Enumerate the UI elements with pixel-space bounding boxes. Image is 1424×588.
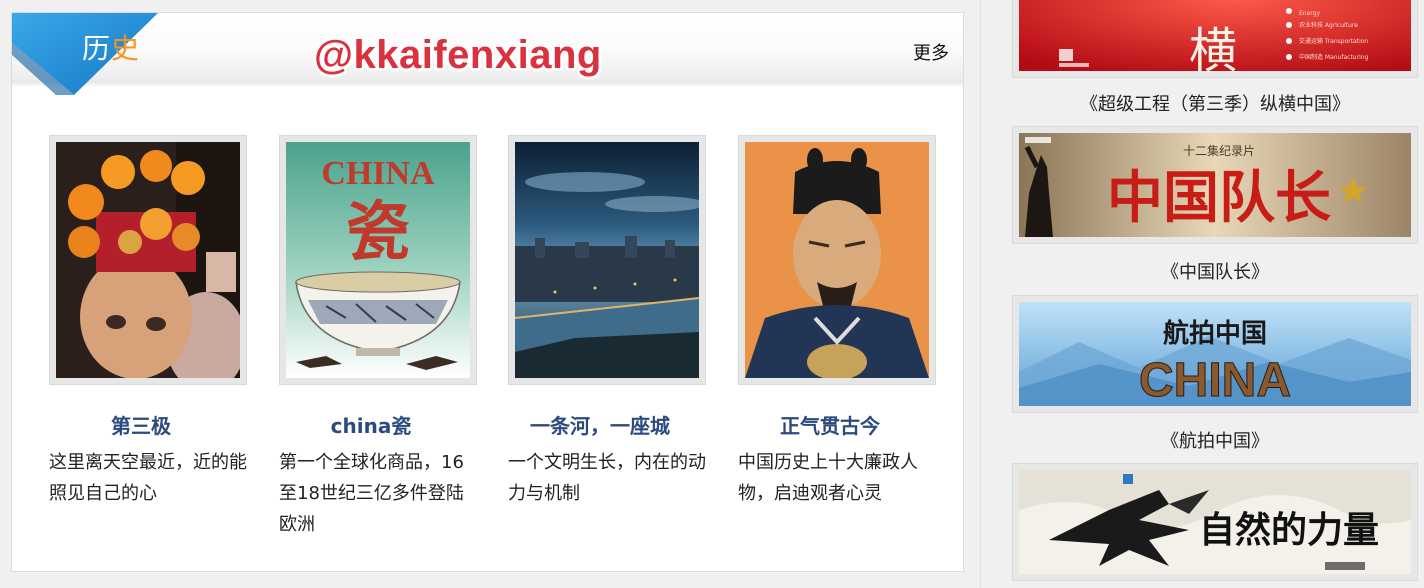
watermark-text: @kkaifenxiang	[314, 33, 602, 77]
banner-label: 农业科技 Agriculture	[1299, 21, 1358, 29]
banner-caption[interactable]: 《航拍中国》	[1012, 427, 1418, 453]
banner-label: Energy	[1299, 10, 1320, 17]
banner-caption[interactable]: 《超级工程（第三季）纵横中国》	[1012, 90, 1418, 116]
more-link[interactable]: 更多	[913, 39, 949, 65]
section-title: 历史	[82, 27, 140, 67]
river-city-image	[515, 142, 699, 378]
program-thumbnail[interactable]	[738, 135, 936, 385]
program-title[interactable]: china瓷	[279, 410, 463, 439]
banner-label: 交通运输 Transportation	[1299, 37, 1368, 45]
poster-ci-char: 瓷	[346, 195, 410, 270]
super-engineering-banner-image: 横 Energy 农业科技 Agriculture 交通运输 Transport…	[1019, 0, 1411, 71]
program-card: 正气贯古今 中国历史上十大廉政人物，启迪观者心灵	[738, 135, 936, 509]
program-card: CHINA 瓷 china瓷 第一个全球化商品，16至18世纪三亿多件登陆欧洲	[279, 135, 477, 540]
banner-caption[interactable]: 《中国队长》	[1012, 258, 1418, 284]
banner-en-title: CHINA	[1139, 354, 1291, 406]
power-of-nature-banner-image: 自然的力量	[1019, 470, 1411, 574]
ancient-portrait-image	[745, 142, 929, 378]
program-description: 第一个全球化商品，16至18世纪三亿多件登陆欧洲	[279, 452, 464, 535]
sidebar-banner[interactable]: 横 Energy 农业科技 Agriculture 交通运输 Transport…	[1012, 0, 1418, 78]
program-thumbnail[interactable]: CHINA 瓷	[279, 135, 477, 385]
program-description: 一个文明生长，内在的动力与机制	[508, 452, 706, 504]
sidebar: 横 Energy 农业科技 Agriculture 交通运输 Transport…	[980, 0, 1424, 588]
china-captain-banner-image: 十二集纪录片 中国队长	[1019, 133, 1411, 237]
banner-subtitle: 十二集纪录片	[1183, 143, 1255, 158]
sidebar-banner[interactable]: 航拍中国 CHINA	[1012, 295, 1418, 413]
section-title-part2: 史	[111, 32, 141, 65]
sidebar-banner[interactable]: 自然的力量	[1012, 463, 1418, 581]
program-description: 中国历史上十大廉政人物，启迪观者心灵	[738, 452, 918, 504]
program-title[interactable]: 一条河，一座城	[508, 410, 692, 439]
aerial-china-banner-image: 航拍中国 CHINA	[1019, 302, 1411, 406]
section-title-part1: 历	[82, 32, 112, 65]
banner-title: 自然的力量	[1199, 509, 1379, 551]
banner-title: 中国队长	[1107, 166, 1331, 231]
history-panel: 历史 @kkaifenxiang 更多 第三极 这里离天空最近，近的能照见自己的…	[11, 12, 964, 572]
tibetan-child-image	[56, 142, 240, 378]
banner-big-char: 横	[1189, 23, 1237, 71]
program-thumbnail[interactable]	[508, 135, 706, 385]
program-card: 第三极 这里离天空最近，近的能照见自己的心	[49, 135, 247, 509]
poster-china-word: CHINA	[321, 155, 435, 192]
program-thumbnail[interactable]	[49, 135, 247, 385]
program-description: 这里离天空最近，近的能照见自己的心	[49, 452, 247, 504]
program-card: 一条河，一座城 一个文明生长，内在的动力与机制	[508, 135, 706, 509]
china-porcelain-image: CHINA 瓷	[286, 142, 470, 378]
sidebar-banner[interactable]: 十二集纪录片 中国队长	[1012, 126, 1418, 244]
program-title[interactable]: 第三极	[49, 410, 233, 439]
program-title[interactable]: 正气贯古今	[738, 410, 922, 439]
banner-label: 中国制造 Manufacturing	[1299, 53, 1369, 61]
banner-title: 航拍中国	[1163, 318, 1267, 349]
